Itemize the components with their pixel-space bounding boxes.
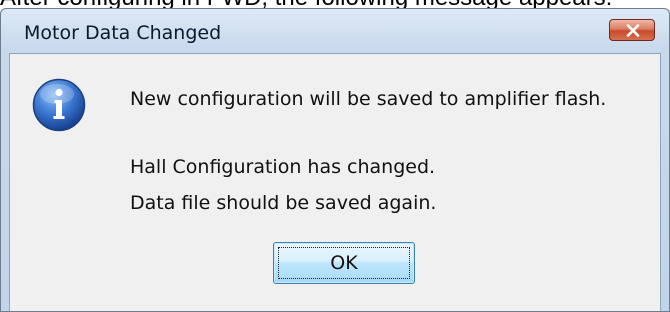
screenshot: After configuring in FWD, the following …: [0, 0, 670, 312]
dialog-titlebar[interactable]: Motor Data Changed: [1, 9, 669, 53]
information-icon: [32, 78, 86, 132]
message-dialog: Motor Data Changed New configuration wil…: [0, 8, 670, 312]
close-button[interactable]: [609, 19, 655, 41]
message-line-1: New configuration will be saved to ampli…: [130, 88, 607, 110]
ok-button[interactable]: OK: [273, 242, 415, 284]
ok-button-label: OK: [330, 252, 358, 274]
close-icon: [626, 24, 640, 37]
dialog-body: New configuration will be saved to ampli…: [9, 53, 661, 311]
message-line-2: Hall Configuration has changed.: [130, 156, 436, 178]
message-line-3: Data file should be saved again.: [130, 192, 437, 214]
dialog-title: Motor Data Changed: [24, 22, 222, 44]
